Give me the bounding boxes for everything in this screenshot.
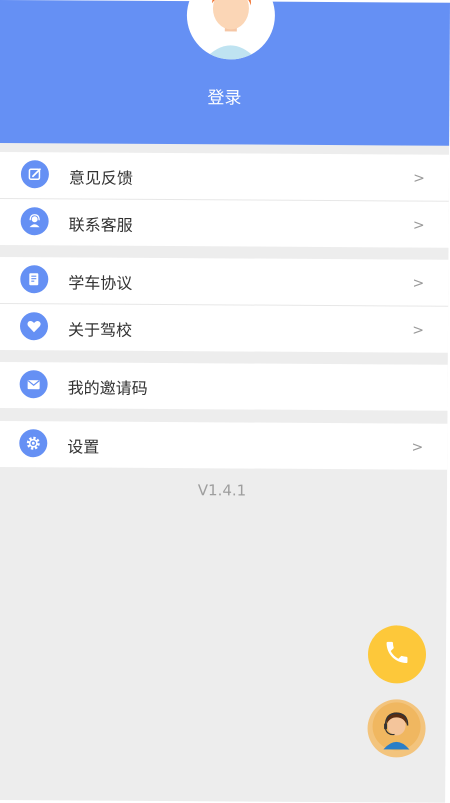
menu-item-invite-code[interactable]: 我的邀请码 [0, 362, 448, 411]
gear-icon [19, 429, 48, 458]
menu-group-about: 学车协议 > 关于驾校 > [0, 256, 449, 353]
menu-item-label: 我的邀请码 [67, 378, 148, 398]
chevron-right-icon: > [412, 275, 425, 292]
chevron-right-icon: > [411, 439, 424, 456]
heart-icon [19, 312, 49, 341]
edit-icon [20, 160, 50, 189]
contract-icon [20, 265, 49, 294]
login-button[interactable]: 登录 [0, 82, 449, 110]
menu-item-learning-agreement[interactable]: 学车协议 > [0, 257, 448, 306]
chevron-right-icon: > [413, 170, 425, 187]
chevron-right-icon: > [412, 322, 425, 339]
menu-item-contact-service[interactable]: 联系客服 > [0, 197, 449, 248]
menu-item-about-school[interactable]: 关于驾校 > [0, 302, 449, 353]
service-agent-icon [371, 701, 421, 755]
menu-item-label: 意见反馈 [68, 168, 133, 188]
menu-item-label: 关于驾校 [67, 320, 133, 340]
app-version: V1.4.1 [197, 481, 247, 500]
menu-item-label: 联系客服 [68, 215, 133, 235]
chevron-right-icon: > [412, 217, 425, 234]
menu-item-label: 设置 [67, 437, 100, 457]
menu-group-settings: 设置 > [0, 420, 448, 470]
screen: 登录 意见反馈 > 联系客服 > 学车协议 > 关于驾校 > 我的邀请码 设置 … [0, 0, 450, 803]
call-button[interactable] [367, 625, 427, 684]
menu-group-invite: 我的邀请码 [0, 361, 448, 411]
phone-icon [383, 638, 411, 670]
avatar[interactable] [186, 0, 276, 60]
menu-item-settings[interactable]: 设置 > [0, 421, 447, 470]
menu-item-feedback[interactable]: 意见反馈 > [0, 152, 449, 201]
online-service-button[interactable] [367, 699, 426, 758]
menu-group-feedback: 意见反馈 > 联系客服 > [0, 151, 450, 248]
mail-icon [19, 370, 48, 399]
menu-item-label: 学车协议 [68, 273, 133, 293]
customer-service-icon [20, 207, 49, 236]
profile-header: 登录 [0, 0, 450, 146]
